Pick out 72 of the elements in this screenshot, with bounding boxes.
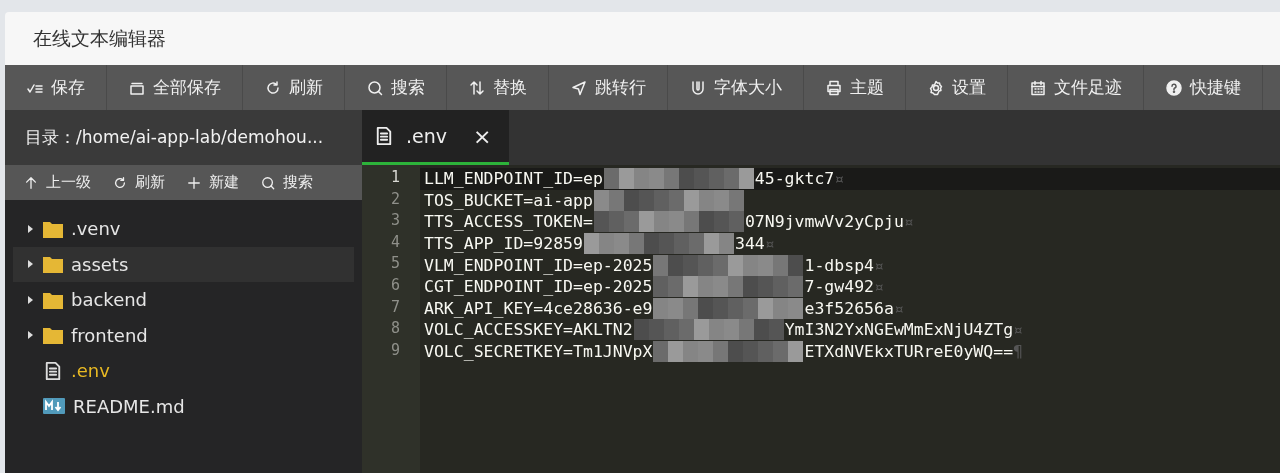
calendar-icon	[1030, 79, 1046, 96]
line-number: 8	[389, 319, 401, 340]
folder-icon	[43, 290, 63, 309]
caret-right-icon	[25, 294, 35, 305]
line-end-marker: ¤	[764, 234, 775, 254]
line-number: 2	[389, 189, 401, 210]
line-number: 6	[389, 275, 401, 296]
line-number: 5	[389, 254, 401, 275]
line-number: 4	[389, 232, 401, 253]
code-text: VLM_ENDPOINT_ID=ep-2025	[424, 255, 653, 275]
help-icon	[1166, 79, 1182, 96]
folder-item[interactable]: .venv	[13, 211, 354, 247]
code-text: 45-gktc7	[754, 169, 835, 189]
code-text: 1-dbsp4	[804, 255, 875, 275]
code-text: VOLC_ACCESSKEY=AKLTN2	[424, 320, 633, 340]
code-text: e3f52656a	[804, 298, 894, 318]
document-icon	[374, 126, 394, 146]
code-text: ETXdNVEkxTURreE0yWQ==	[804, 342, 1014, 362]
line-number: 7	[389, 297, 401, 318]
sidebar-action[interactable]: 搜索	[250, 165, 324, 200]
plus-icon	[187, 175, 201, 190]
caret-right-icon	[25, 259, 35, 270]
swap-arrows-icon	[469, 79, 485, 96]
sidebar-action[interactable]: 刷新	[102, 165, 176, 200]
folder-icon	[43, 326, 63, 345]
caret-right-icon	[25, 223, 35, 234]
line-end-marker: ¤	[903, 212, 914, 232]
caret-right-icon	[25, 330, 35, 341]
code-text: 07N9jvmwVv2yCpju	[744, 212, 904, 232]
line-end-marker: ¤	[1013, 320, 1024, 340]
search-icon	[367, 79, 383, 96]
refresh-icon	[113, 175, 127, 190]
printer-icon	[826, 79, 842, 96]
magnet-icon	[690, 79, 706, 96]
gear-icon	[928, 79, 944, 96]
code-text: VOLC_SECRETKEY=Tm1JNVpX	[424, 342, 653, 362]
directory-path: 目录：/home/ai-app-lab/demohou...	[25, 126, 324, 149]
line-end-marker: ¤	[834, 169, 845, 189]
line-number: 3	[389, 211, 401, 232]
code-text: LLM_ENDPOINT_ID=ep	[424, 169, 603, 189]
document-icon	[43, 360, 63, 381]
file-item[interactable]: .env	[13, 353, 354, 389]
markdown-icon	[43, 398, 65, 415]
window-title: 在线文本编辑器	[33, 25, 166, 51]
code-text: 344	[734, 234, 765, 254]
code-text: TOS_BUCKET=ai-app	[424, 190, 593, 210]
sidebar-action[interactable]: 新建	[176, 165, 250, 200]
code-text: TTS_APP_ID=92859	[424, 234, 583, 254]
line-end-marker: ¤	[893, 298, 904, 318]
code-text: 7-gw492	[804, 277, 875, 297]
refresh-icon	[265, 79, 281, 96]
line-number: 9	[389, 340, 401, 361]
folder-icon	[43, 255, 63, 274]
folder-item[interactable]: assets	[13, 246, 354, 282]
close-icon[interactable]: ×	[473, 123, 492, 149]
line-end-marker: ¤	[874, 255, 884, 275]
code-text: CGT_ENDPOINT_ID=ep-2025	[424, 277, 653, 297]
code-text: TTS_ACCESS_TOKEN=	[424, 212, 593, 232]
folder-item[interactable]: backend	[13, 282, 354, 318]
search-icon	[261, 175, 275, 190]
code-text: YmI3N2YxNGEwMmExNjU4ZTg	[784, 320, 1014, 340]
line-end-marker: ¶	[1013, 342, 1024, 362]
file-tab[interactable]: .env ×	[362, 110, 510, 165]
sidebar-action[interactable]: 上一级	[13, 165, 102, 200]
code-text: ARK_API_KEY=4ce28636-e9	[424, 298, 653, 318]
file-item[interactable]: README.md	[13, 388, 354, 424]
up-arrow-icon	[24, 175, 38, 190]
folder-icon	[43, 219, 63, 238]
line-number: 1	[389, 168, 401, 188]
line-end-marker: ¤	[874, 277, 884, 297]
folder-item[interactable]: frontend	[13, 317, 354, 353]
navigation-arrow-icon	[571, 79, 587, 96]
